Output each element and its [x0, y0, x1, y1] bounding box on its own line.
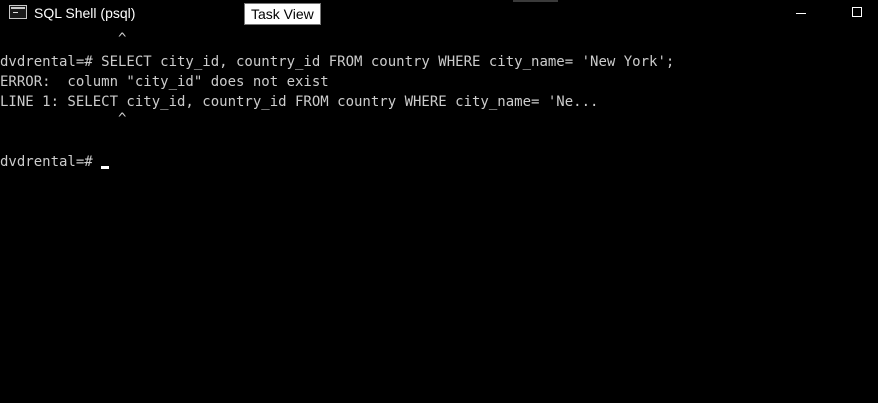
task-view-tooltip: Task View — [244, 3, 321, 25]
error-caret-line: ^ — [0, 112, 127, 127]
prompt-line[interactable]: dvdrental=# — [0, 152, 878, 172]
window-edge-strip — [513, 0, 558, 2]
psql-prompt: dvdrental=# — [0, 154, 93, 170]
error-caret-line: ^ — [0, 32, 127, 47]
error-message-line: ERROR: column "city_id" does not exist — [0, 74, 329, 90]
title-bar[interactable]: SQL Shell (psql) Task View — [0, 0, 878, 28]
minimize-button[interactable] — [790, 4, 812, 22]
sql-command-line: dvdrental=# SELECT city_id, country_id F… — [0, 54, 675, 70]
text-cursor — [100, 166, 109, 169]
terminal-output[interactable]: ^ dvdrental=# SELECT city_id, country_id… — [0, 32, 878, 403]
error-context-line: LINE 1: SELECT city_id, country_id FROM … — [0, 94, 599, 110]
terminal-icon — [9, 5, 27, 19]
window-title: SQL Shell (psql) — [34, 5, 136, 21]
maximize-button[interactable] — [846, 4, 868, 22]
